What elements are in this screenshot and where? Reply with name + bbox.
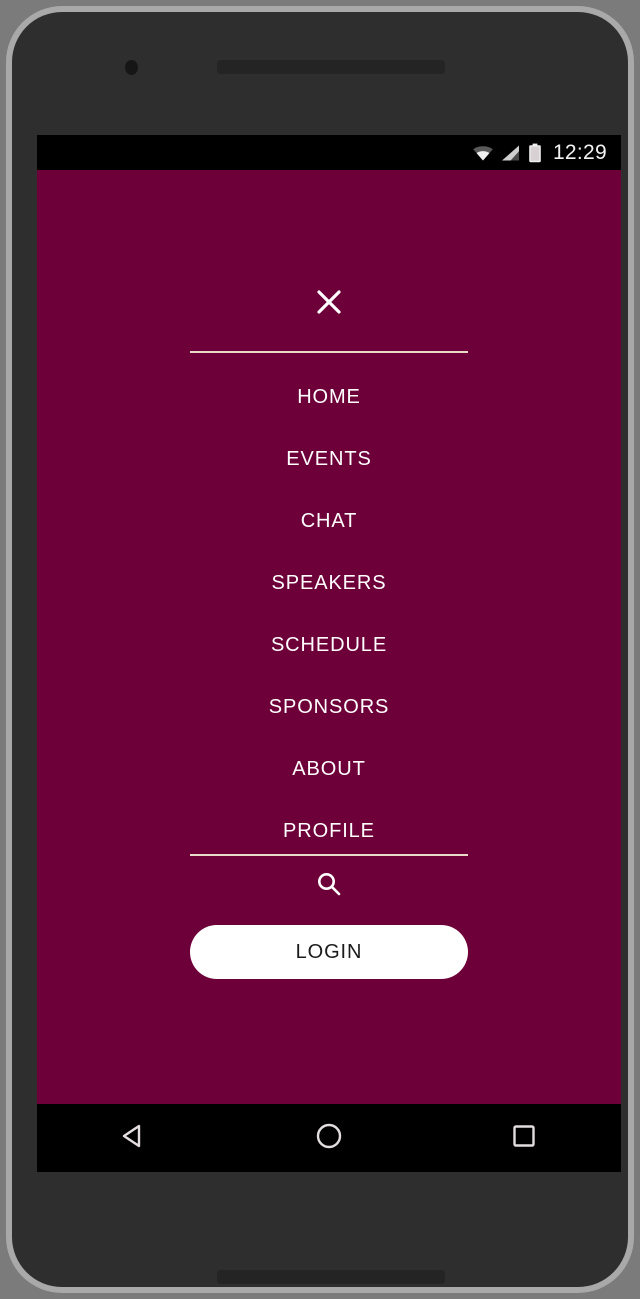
menu-divider-bottom: [190, 854, 468, 856]
phone-screen: 12:29 HOME: [37, 135, 621, 1172]
phone-bezel: 12:29 HOME: [12, 12, 628, 1287]
menu-item-label: SPONSORS: [269, 696, 390, 719]
menu-item-speakers[interactable]: SPEAKERS: [37, 552, 621, 614]
phone-frame: 12:29 HOME: [6, 6, 634, 1293]
close-menu-button[interactable]: [37, 287, 621, 322]
battery-icon: [528, 143, 542, 163]
login-button[interactable]: LOGIN: [190, 925, 468, 979]
android-navigation-bar: [37, 1104, 621, 1172]
menu-item-label: ABOUT: [292, 758, 365, 781]
menu-item-schedule[interactable]: SCHEDULE: [37, 614, 621, 676]
menu-item-label: HOME: [297, 386, 361, 409]
cellular-signal-icon: [501, 144, 521, 162]
back-triangle-icon: [119, 1121, 149, 1156]
home-circle-icon: [314, 1121, 344, 1156]
wifi-icon: [472, 144, 494, 162]
menu-divider-top: [190, 351, 468, 353]
menu-item-label: SPEAKERS: [271, 572, 386, 595]
recents-square-icon: [509, 1121, 539, 1156]
search-icon: [315, 870, 343, 903]
menu-item-events[interactable]: EVENTS: [37, 428, 621, 490]
menu-item-profile[interactable]: PROFILE: [37, 800, 621, 862]
menu-item-label: CHAT: [301, 510, 358, 533]
nav-back-button[interactable]: [37, 1121, 232, 1156]
status-bar-clock: 12:29: [553, 141, 607, 165]
nav-home-button[interactable]: [232, 1121, 427, 1156]
nav-recents-button[interactable]: [426, 1121, 621, 1156]
close-icon: [314, 287, 344, 322]
bottom-speaker-icon: [217, 1270, 445, 1284]
menu-item-about[interactable]: ABOUT: [37, 738, 621, 800]
status-bar: 12:29: [37, 135, 621, 170]
menu-item-label: PROFILE: [283, 820, 375, 843]
navigation-drawer: HOME EVENTS CHAT SPEAKERS SCHEDULE: [37, 170, 621, 1104]
menu-item-chat[interactable]: CHAT: [37, 490, 621, 552]
menu-list: HOME EVENTS CHAT SPEAKERS SCHEDULE: [37, 366, 621, 862]
earpiece-speaker-icon: [217, 60, 445, 74]
menu-item-label: SCHEDULE: [271, 634, 387, 657]
menu-item-sponsors[interactable]: SPONSORS: [37, 676, 621, 738]
menu-item-home[interactable]: HOME: [37, 366, 621, 428]
search-button[interactable]: [37, 870, 621, 903]
menu-item-label: EVENTS: [286, 448, 371, 471]
camera-dot-icon: [125, 60, 138, 75]
